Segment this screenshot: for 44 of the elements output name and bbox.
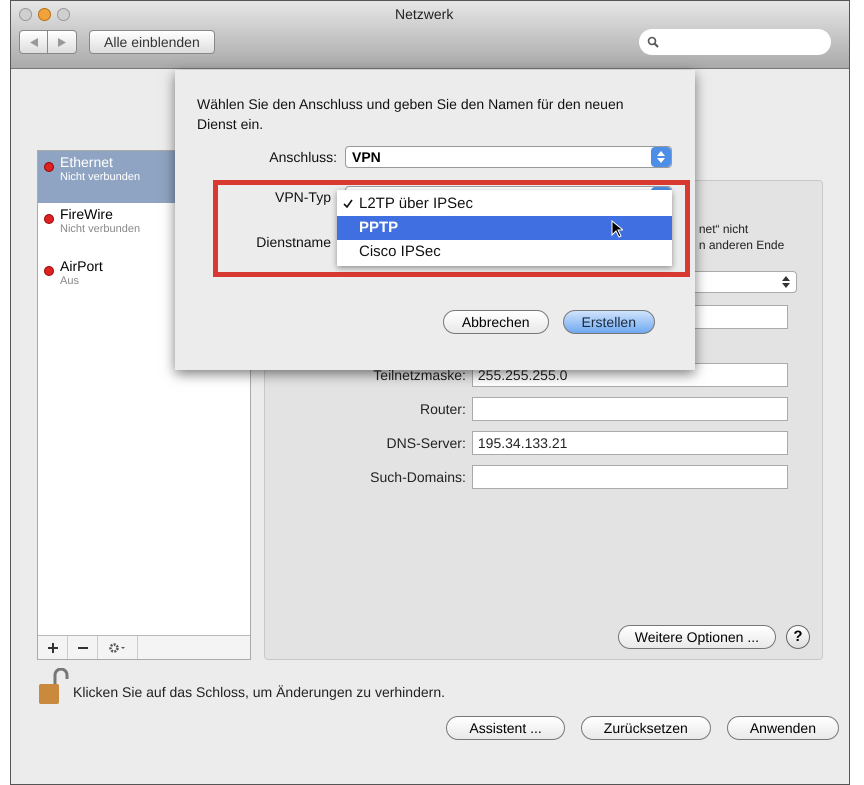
- footer-button[interactable]: Zurücksetzen: [580, 716, 711, 740]
- minimize-icon[interactable]: [38, 8, 51, 20]
- more-options-button[interactable]: Weitere Optionen ...: [618, 625, 776, 649]
- service-status: Nicht verbunden: [60, 223, 140, 236]
- field-label: Teilnetzmaske:: [372, 366, 466, 384]
- field-label: Anschluss:: [268, 148, 337, 166]
- service-status: Aus: [60, 275, 80, 288]
- help-button[interactable]: ?: [786, 625, 810, 649]
- footer-button[interactable]: Anwenden: [726, 716, 839, 740]
- menu-item[interactable]: L2TP über IPSec: [337, 192, 672, 216]
- footer-button[interactable]: Assistent ...: [446, 716, 565, 740]
- lock-hint: Klicken Sie auf das Schloss, um Änderungen zu verhindern.: [73, 682, 445, 702]
- field-label: Such-Domains:: [369, 468, 466, 486]
- connection-popup[interactable]: VPN: [345, 146, 672, 168]
- text-field[interactable]: [472, 465, 788, 489]
- back-forward-control[interactable]: [19, 30, 77, 54]
- field-label: Dienstname: [255, 232, 331, 252]
- padlock-icon[interactable]: [37, 668, 69, 706]
- search-field[interactable]: [639, 29, 831, 55]
- text-field[interactable]: [472, 397, 788, 421]
- window-title: Netzwerk: [395, 4, 454, 24]
- service-item[interactable]: FireWire Nicht verbunden: [38, 203, 250, 255]
- zoom-icon[interactable]: [57, 8, 70, 20]
- service-name: FireWire: [60, 206, 114, 223]
- mouse-cursor-icon: [611, 220, 623, 238]
- search-icon: [647, 36, 659, 48]
- status-text: n anderen Ende: [698, 237, 786, 253]
- service-status: Nicht verbunden: [60, 171, 140, 184]
- service-name: AirPort: [60, 258, 103, 275]
- sheet-prompt: Wählen Sie den Anschluss und geben Sie den Namen für den neuen Dienst ein.: [197, 95, 625, 134]
- text-field[interactable]: 195.34.133.21: [472, 431, 788, 455]
- menu-item[interactable]: Cisco IPSec: [337, 240, 672, 264]
- checkmark-icon: [343, 198, 353, 209]
- service-name: Ethernet: [60, 154, 114, 171]
- status-text: net“ nicht: [698, 221, 750, 237]
- close-icon[interactable]: [19, 8, 32, 20]
- sheet-button[interactable]: Erstellen: [562, 310, 655, 334]
- field-label: Router:: [418, 400, 466, 418]
- service-item[interactable]: AirPort Aus: [38, 255, 250, 307]
- field-label: VPN-Typ: [274, 188, 331, 207]
- show-all-button[interactable]: Alle einblenden: [89, 30, 215, 54]
- sheet-button[interactable]: Abbrechen: [442, 310, 549, 334]
- field-label: DNS-Server:: [386, 434, 466, 452]
- menu-item[interactable]: PPTP: [337, 216, 672, 240]
